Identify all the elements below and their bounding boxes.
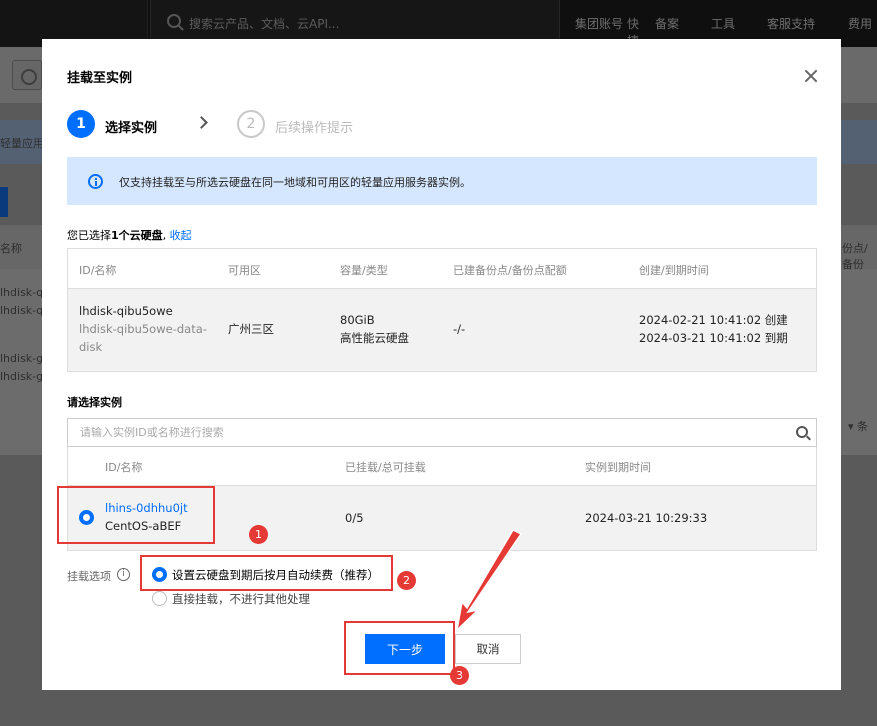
- annotation-arrow: [455, 529, 523, 633]
